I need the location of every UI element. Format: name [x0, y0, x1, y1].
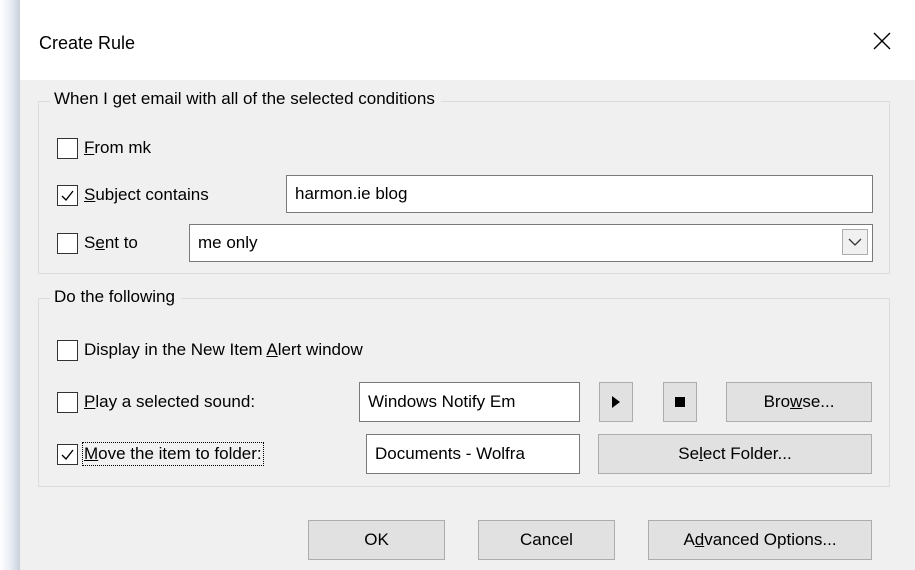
close-button[interactable] [864, 24, 900, 58]
select-folder-label: Select Folder... [678, 444, 792, 463]
browse-label: Browse... [763, 392, 835, 411]
subject-input[interactable]: harmon.ie blog [286, 175, 873, 213]
subject-label[interactable]: Subject contains [84, 185, 209, 205]
checkmark-icon [61, 449, 74, 460]
move-label[interactable]: Move the item to folder: [82, 442, 264, 466]
sent-to-dropdown-button[interactable] [842, 229, 868, 255]
cancel-button[interactable]: Cancel [478, 520, 615, 560]
sound-input[interactable]: Windows Notify Em [359, 382, 580, 422]
window-shadow [0, 0, 20, 570]
close-icon [873, 32, 891, 50]
checkmark-icon [61, 190, 74, 201]
conditions-legend: When I get email with all of the selecte… [50, 89, 441, 109]
from-checkbox[interactable] [57, 137, 78, 159]
alert-label[interactable]: Display in the New Item Alert window [84, 340, 363, 360]
sent-to-row: Sent to [57, 231, 138, 255]
alert-row: Display in the New Item Alert window [57, 338, 363, 362]
advanced-options-label: Advanced Options... [683, 530, 837, 549]
from-label[interactable]: From mk [84, 138, 151, 158]
sound-checkbox[interactable] [57, 391, 78, 413]
move-checkbox[interactable] [57, 443, 78, 465]
stop-sound-button[interactable] [663, 382, 697, 422]
sent-to-select[interactable]: me only [189, 224, 873, 262]
chevron-down-icon [848, 238, 862, 246]
move-row: Move the item to folder: [57, 442, 264, 466]
ok-button[interactable]: OK [308, 520, 445, 560]
sound-row: Play a selected sound: [57, 390, 255, 414]
create-rule-dialog: Create Rule When I get email with all of… [20, 0, 915, 570]
title-bar: Create Rule [20, 0, 915, 80]
play-icon [612, 396, 620, 408]
alert-checkbox[interactable] [57, 339, 78, 361]
subject-row: Subject contains [57, 183, 209, 207]
select-folder-button[interactable]: Select Folder... [598, 434, 872, 474]
sound-label[interactable]: Play a selected sound: [84, 392, 255, 412]
folder-input[interactable]: Documents - Wolfra [366, 434, 580, 474]
actions-legend: Do the following [50, 287, 181, 307]
play-sound-button[interactable] [599, 382, 633, 422]
from-row: From mk [57, 136, 151, 160]
browse-button[interactable]: Browse... [726, 382, 872, 422]
subject-checkbox[interactable] [57, 184, 78, 206]
advanced-options-button[interactable]: Advanced Options... [648, 520, 872, 560]
sent-to-label[interactable]: Sent to [84, 233, 138, 253]
dialog-title: Create Rule [39, 33, 136, 53]
stop-icon [675, 397, 685, 407]
sent-to-checkbox[interactable] [57, 232, 78, 254]
